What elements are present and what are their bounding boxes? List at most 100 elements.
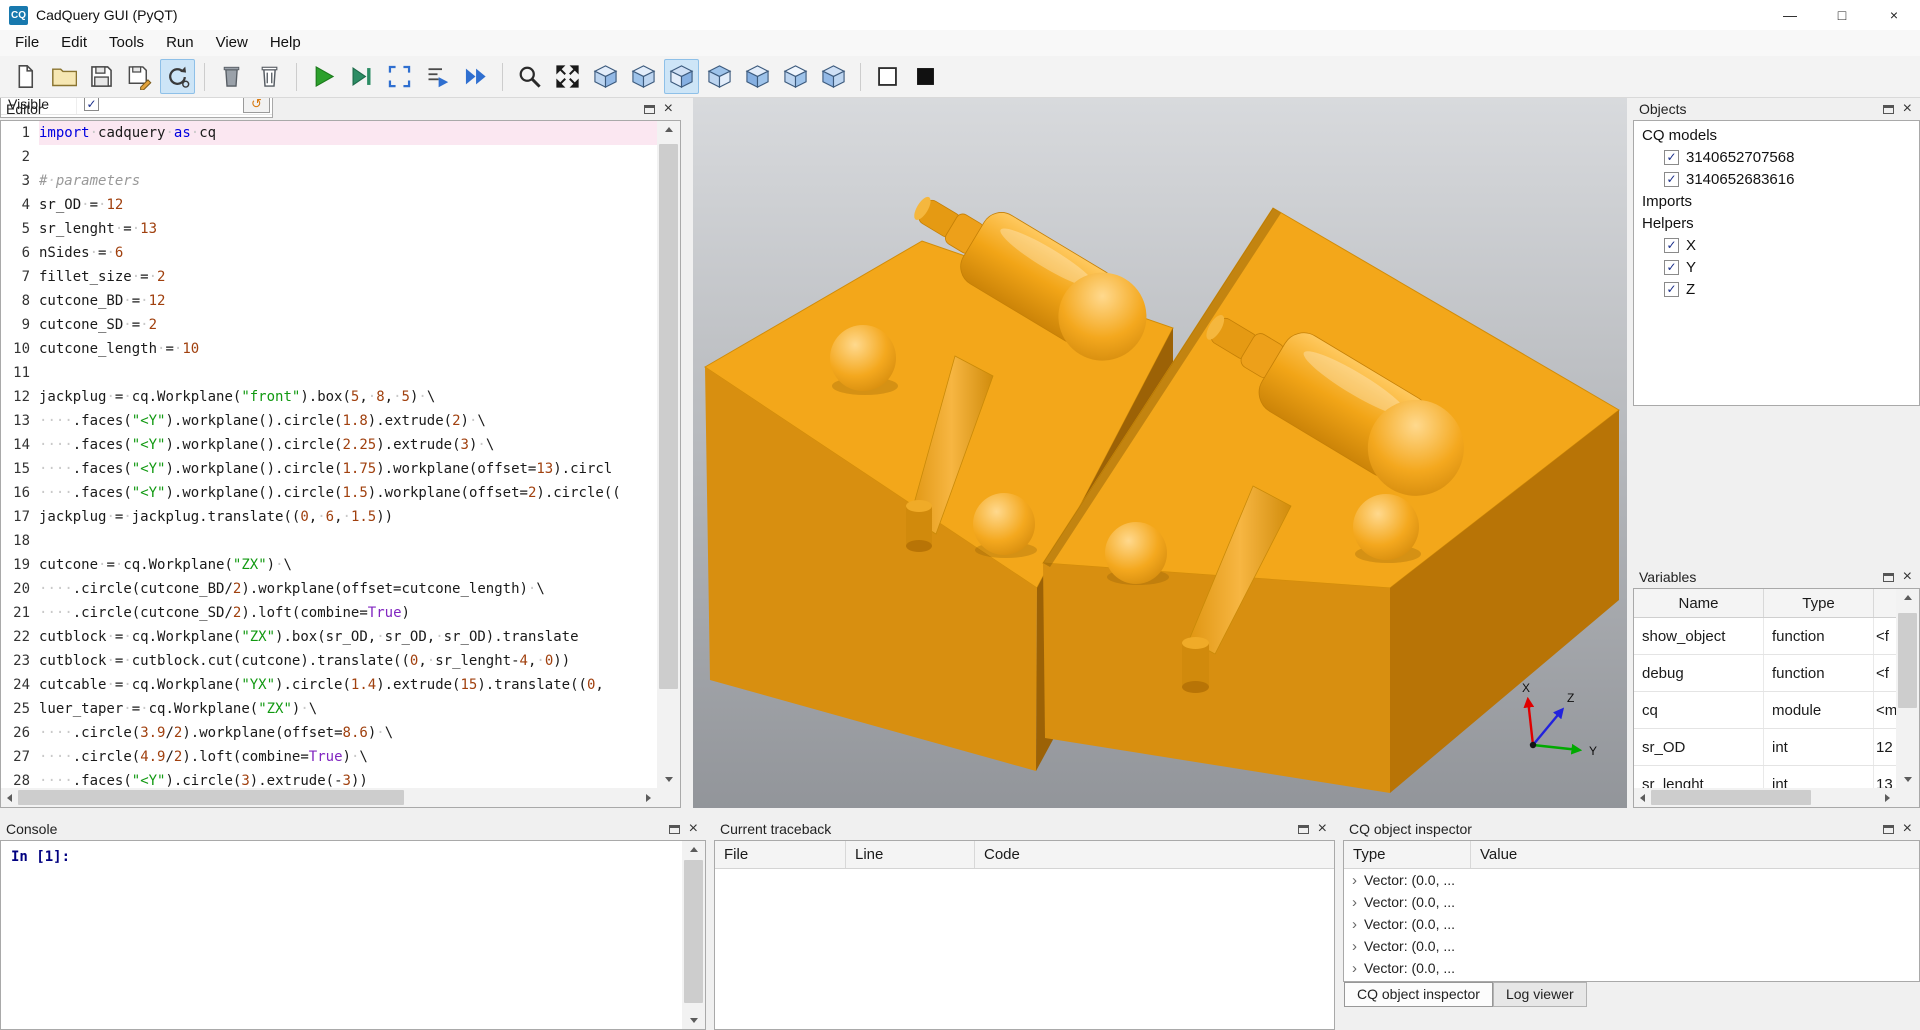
debug-button[interactable]: [344, 59, 379, 94]
new-file-button[interactable]: [8, 59, 43, 94]
scrollbar-track[interactable]: [18, 788, 640, 807]
scroll-right-button[interactable]: [1879, 788, 1896, 807]
line-code[interactable]: import·cadquery·as·cq: [39, 121, 657, 145]
inspector-row[interactable]: ›Vector: (0.0, ...: [1344, 913, 1919, 935]
line-code[interactable]: cutcone_BD·=·12: [39, 289, 657, 313]
clear-button[interactable]: [214, 59, 249, 94]
menu-item-edit[interactable]: Edit: [50, 30, 98, 56]
maximize-button[interactable]: □: [1816, 0, 1868, 30]
line-code[interactable]: [39, 145, 657, 169]
float-panel-icon[interactable]: [1883, 105, 1894, 114]
line-code[interactable]: ····.circle(cutcone_SD/2).loft(combine=T…: [39, 601, 657, 625]
chevron-right-icon[interactable]: ›: [1352, 938, 1357, 955]
line-code[interactable]: ····.circle(cutcone_BD/2).workplane(offs…: [39, 577, 657, 601]
tree-item-helpers[interactable]: Helpers: [1634, 212, 1919, 234]
view-left-button[interactable]: [702, 59, 737, 94]
open-button[interactable]: [46, 59, 81, 94]
float-panel-icon[interactable]: [1298, 825, 1309, 834]
tree-item-3140652707568[interactable]: 3140652707568: [1634, 146, 1919, 168]
close-panel-icon[interactable]: ×: [1903, 821, 1912, 837]
line-code[interactable]: #·parameters: [39, 169, 657, 193]
scrollbar-thumb[interactable]: [659, 144, 678, 688]
tree-item-3140652683616[interactable]: 3140652683616: [1634, 168, 1919, 190]
fast-forward-button[interactable]: [458, 59, 493, 94]
line-code[interactable]: ····.circle(3.9/2).workplane(offset=8.6)…: [39, 721, 657, 745]
line-code[interactable]: ····.faces("<Y").workplane().circle(1.8)…: [39, 409, 657, 433]
view-iso-button[interactable]: [588, 59, 623, 94]
scrollbar-track[interactable]: [682, 858, 705, 1012]
scroll-left-button[interactable]: [1634, 788, 1651, 807]
line-code[interactable]: jackplug·=·cq.Workplane("front").box(5,·…: [39, 385, 657, 409]
line-code[interactable]: nSides·=·6: [39, 241, 657, 265]
checkbox-checked[interactable]: [1664, 238, 1679, 253]
tree-item-x[interactable]: X: [1634, 234, 1919, 256]
inspector-row[interactable]: ›Vector: (0.0, ...: [1344, 869, 1919, 891]
menu-item-run[interactable]: Run: [155, 30, 205, 56]
checkbox-checked[interactable]: [1664, 282, 1679, 297]
line-code[interactable]: sr_lenght·=·13: [39, 217, 657, 241]
line-code[interactable]: sr_OD·=·12: [39, 193, 657, 217]
fit-view-button[interactable]: [550, 59, 585, 94]
scrollbar-track[interactable]: [657, 138, 680, 771]
scroll-left-button[interactable]: [1, 788, 18, 807]
chevron-right-icon[interactable]: ›: [1352, 894, 1357, 911]
scrollbar-track[interactable]: [1651, 788, 1879, 807]
line-code[interactable]: [39, 361, 657, 385]
close-panel-icon[interactable]: ×: [664, 101, 673, 117]
tree-item-y[interactable]: Y: [1634, 256, 1919, 278]
line-code[interactable]: ····.circle(4.9/2).loft(combine=True)·\: [39, 745, 657, 769]
scrollbar-thumb[interactable]: [1651, 790, 1811, 805]
tree-item-z[interactable]: Z: [1634, 278, 1919, 300]
close-button[interactable]: ×: [1868, 0, 1920, 30]
line-code[interactable]: ····.faces("<Y").circle(3).extrude(-3)): [39, 769, 657, 788]
chevron-right-icon[interactable]: ›: [1352, 960, 1357, 977]
menu-item-file[interactable]: File: [4, 30, 50, 56]
menu-item-view[interactable]: View: [205, 30, 259, 56]
scrollbar-track[interactable]: [1896, 606, 1919, 771]
scrollbar-thumb[interactable]: [1898, 613, 1917, 709]
view-top-button[interactable]: [778, 59, 813, 94]
inspector-row[interactable]: ›Vector: (0.0, ...: [1344, 891, 1919, 913]
scroll-up-button[interactable]: [682, 841, 705, 858]
close-panel-icon[interactable]: ×: [1903, 101, 1912, 117]
variable-row-cq[interactable]: cqmodule<m: [1634, 692, 1896, 729]
line-code[interactable]: jackplug·=·jackplug.translate((0,·6,·1.5…: [39, 505, 657, 529]
float-panel-icon[interactable]: [644, 105, 655, 114]
autoreload-button[interactable]: [160, 59, 195, 94]
close-panel-icon[interactable]: ×: [1903, 569, 1912, 585]
variables-hscrollbar[interactable]: [1634, 788, 1896, 807]
tree-item-imports[interactable]: Imports: [1634, 190, 1919, 212]
line-code[interactable]: ····.faces("<Y").workplane().circle(2.25…: [39, 433, 657, 457]
save-as-button[interactable]: [122, 59, 157, 94]
line-code[interactable]: [39, 529, 657, 553]
tree-item-cq-models[interactable]: CQ models: [1634, 124, 1919, 146]
zoom-button[interactable]: [512, 59, 547, 94]
line-code[interactable]: luer_taper·=·cq.Workplane("ZX")·\: [39, 697, 657, 721]
scroll-up-button[interactable]: [657, 121, 680, 138]
restart-button[interactable]: [382, 59, 417, 94]
traceback-col-file[interactable]: File: [715, 841, 846, 868]
traceback-col-line[interactable]: Line: [846, 841, 975, 868]
close-panel-icon[interactable]: ×: [689, 821, 698, 837]
inspector-col-value[interactable]: Value: [1471, 841, 1919, 868]
line-code[interactable]: fillet_size·=·2: [39, 265, 657, 289]
view-front-button[interactable]: [626, 59, 661, 94]
float-panel-icon[interactable]: [1883, 825, 1894, 834]
variable-row-sr_OD[interactable]: sr_ODint12: [1634, 729, 1896, 766]
step-button[interactable]: [420, 59, 455, 94]
checkbox-checked[interactable]: [1664, 172, 1679, 187]
variable-row-sr_lenght[interactable]: sr_lenghtint13: [1634, 766, 1896, 788]
variable-row-debug[interactable]: debugfunction<f: [1634, 655, 1896, 692]
float-panel-icon[interactable]: [669, 825, 680, 834]
checkbox-checked[interactable]: [1664, 150, 1679, 165]
delete-button[interactable]: [252, 59, 287, 94]
chevron-right-icon[interactable]: ›: [1352, 872, 1357, 889]
viewport-3d[interactable]: X Z Y: [693, 98, 1627, 808]
scroll-up-button[interactable]: [1896, 589, 1919, 606]
editor-vscrollbar[interactable]: [657, 121, 680, 788]
console-body[interactable]: In [1]:: [0, 840, 706, 1030]
inspector-row[interactable]: ›Vector: (0.0, ...: [1344, 935, 1919, 957]
editor-hscrollbar[interactable]: [1, 788, 657, 807]
menu-item-help[interactable]: Help: [259, 30, 312, 56]
line-code[interactable]: cutcone_length·=·10: [39, 337, 657, 361]
